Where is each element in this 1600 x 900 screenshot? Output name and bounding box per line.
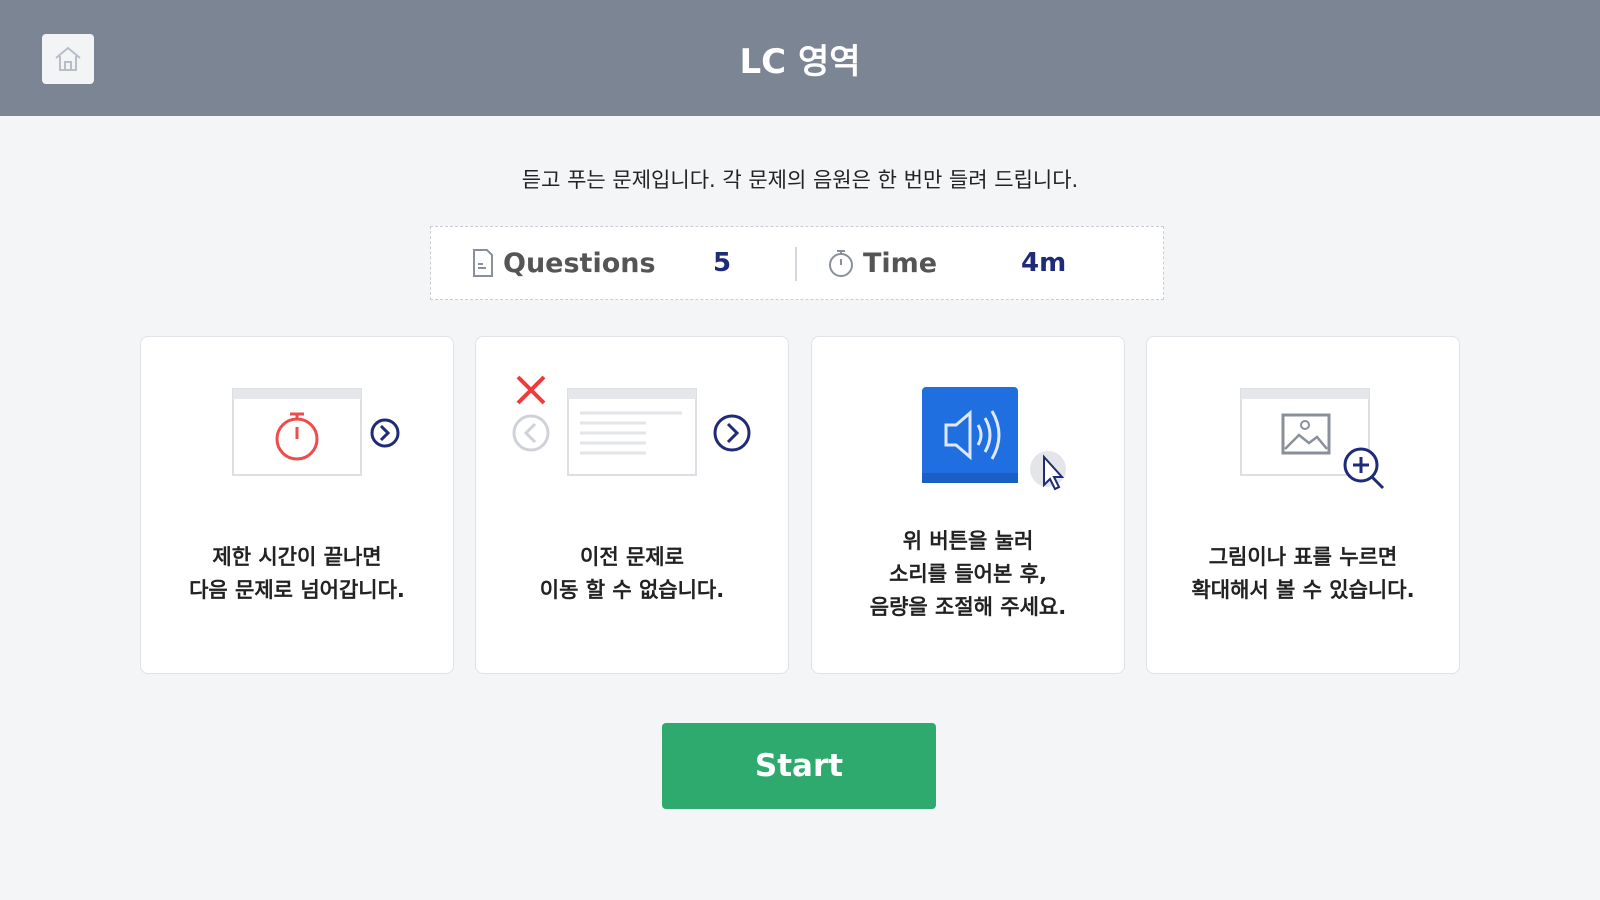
time-label: Time bbox=[863, 247, 938, 279]
timer-next-icon bbox=[231, 387, 411, 477]
volume-button-icon[interactable] bbox=[920, 385, 1080, 501]
card-text: 위 버튼을 눌러 소리를 들어본 후, 음량을 조절해 주세요. bbox=[869, 529, 1067, 619]
card-text: 그림이나 표를 누르면 확대해서 볼 수 있습니다. bbox=[1191, 545, 1415, 602]
stopwatch-icon bbox=[827, 248, 855, 278]
time-info: Time bbox=[827, 227, 937, 299]
guide-card-no-back: 이전 문제로 이동 할 수 없습니다. bbox=[475, 336, 789, 674]
no-previous-icon bbox=[510, 373, 760, 483]
home-icon bbox=[52, 45, 84, 73]
card-text: 이전 문제로 이동 할 수 없습니다. bbox=[539, 545, 725, 602]
questions-value: 5 bbox=[713, 248, 732, 278]
info-divider bbox=[795, 247, 797, 281]
questions-label: Questions bbox=[503, 247, 656, 279]
questions-info: Questions bbox=[471, 227, 656, 299]
home-button[interactable] bbox=[42, 34, 94, 84]
zoom-image-icon bbox=[1239, 387, 1389, 491]
card-text: 제한 시간이 끝나면 다음 문제로 넘어갑니다. bbox=[189, 545, 405, 602]
guide-card-time-limit: 제한 시간이 끝나면 다음 문제로 넘어갑니다. bbox=[140, 336, 454, 674]
guide-card-zoom: 그림이나 표를 누르면 확대해서 볼 수 있습니다. bbox=[1146, 336, 1460, 674]
page-title: LC 영역 bbox=[739, 41, 861, 82]
guide-card-volume: 위 버튼을 눌러 소리를 들어본 후, 음량을 조절해 주세요. bbox=[811, 336, 1125, 674]
start-button[interactable]: Start bbox=[662, 723, 936, 809]
document-icon bbox=[471, 248, 495, 278]
instruction-text: 듣고 푸는 문제입니다. 각 문제의 음원은 한 번만 들려 드립니다. bbox=[521, 168, 1079, 192]
time-value: 4m bbox=[1021, 248, 1067, 278]
test-info-box: Questions 5 Time 4m bbox=[430, 226, 1164, 300]
